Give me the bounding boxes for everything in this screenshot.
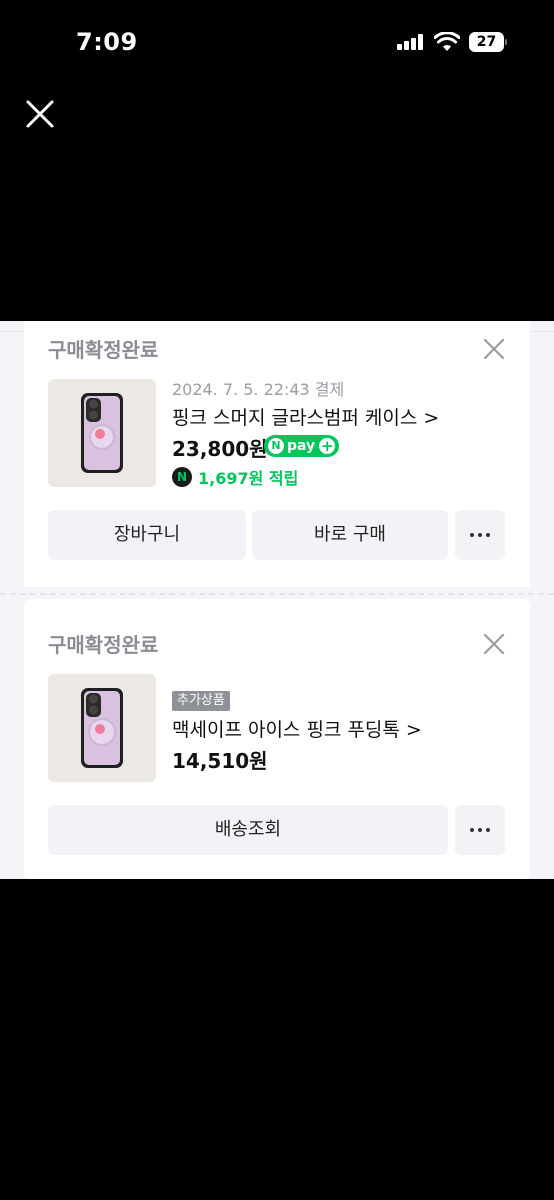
npay-plus-badge: N pay + xyxy=(264,435,340,457)
wifi-icon xyxy=(434,32,460,51)
product-name-link[interactable]: 맥세이프 아이스 핑크 푸딩톡 > xyxy=(172,715,422,742)
cellular-signal-icon xyxy=(397,34,425,50)
npay-label: pay xyxy=(287,438,316,454)
battery-level: 27 xyxy=(469,32,504,52)
battery-icon: 27 xyxy=(469,32,507,52)
naver-point-icon: N xyxy=(172,467,192,487)
order-card: 구매확정완료 추가상품 맥세이프 아이스 핑크 푸딩톡 > 14,510원 배송… xyxy=(24,599,530,879)
status-time: 7:09 xyxy=(76,28,138,56)
phone-case-image xyxy=(81,688,123,768)
track-delivery-button[interactable]: 배송조회 xyxy=(48,805,448,855)
close-icon[interactable] xyxy=(22,96,58,132)
order-status: 구매확정완료 xyxy=(48,633,159,657)
product-thumbnail[interactable] xyxy=(48,379,156,487)
buy-now-button[interactable]: 바로 구매 xyxy=(252,510,448,560)
reward-points: N 1,697원 적립 xyxy=(172,465,298,489)
close-icon[interactable] xyxy=(482,337,506,361)
reward-amount: 1,697원 적립 xyxy=(198,469,299,488)
product-name-link[interactable]: 핑크 스머지 글라스범퍼 케이스 > xyxy=(172,403,439,430)
plus-icon: + xyxy=(319,437,336,455)
product-price: 23,800원 xyxy=(172,437,268,461)
order-list: 구매확정완료 2024. 7. 5. 22:43 결제 핑크 스머지 글라스범퍼… xyxy=(0,321,554,879)
more-options-button[interactable] xyxy=(455,510,505,560)
naver-n-icon: N xyxy=(268,438,284,454)
close-icon[interactable] xyxy=(482,632,506,656)
order-card: 구매확정완료 2024. 7. 5. 22:43 결제 핑크 스머지 글라스범퍼… xyxy=(24,321,530,587)
card-separator xyxy=(0,593,554,595)
phone-case-image xyxy=(81,393,123,473)
status-bar: 7:09 27 xyxy=(0,0,554,84)
product-thumbnail[interactable] xyxy=(48,674,156,782)
add-to-cart-button[interactable]: 장바구니 xyxy=(48,510,246,560)
product-price: 14,510원 xyxy=(172,749,268,773)
more-options-button[interactable] xyxy=(455,805,505,855)
additional-item-badge: 추가상품 xyxy=(172,691,230,711)
order-date: 2024. 7. 5. 22:43 결제 xyxy=(172,380,345,399)
order-status: 구매확정완료 xyxy=(48,338,159,362)
